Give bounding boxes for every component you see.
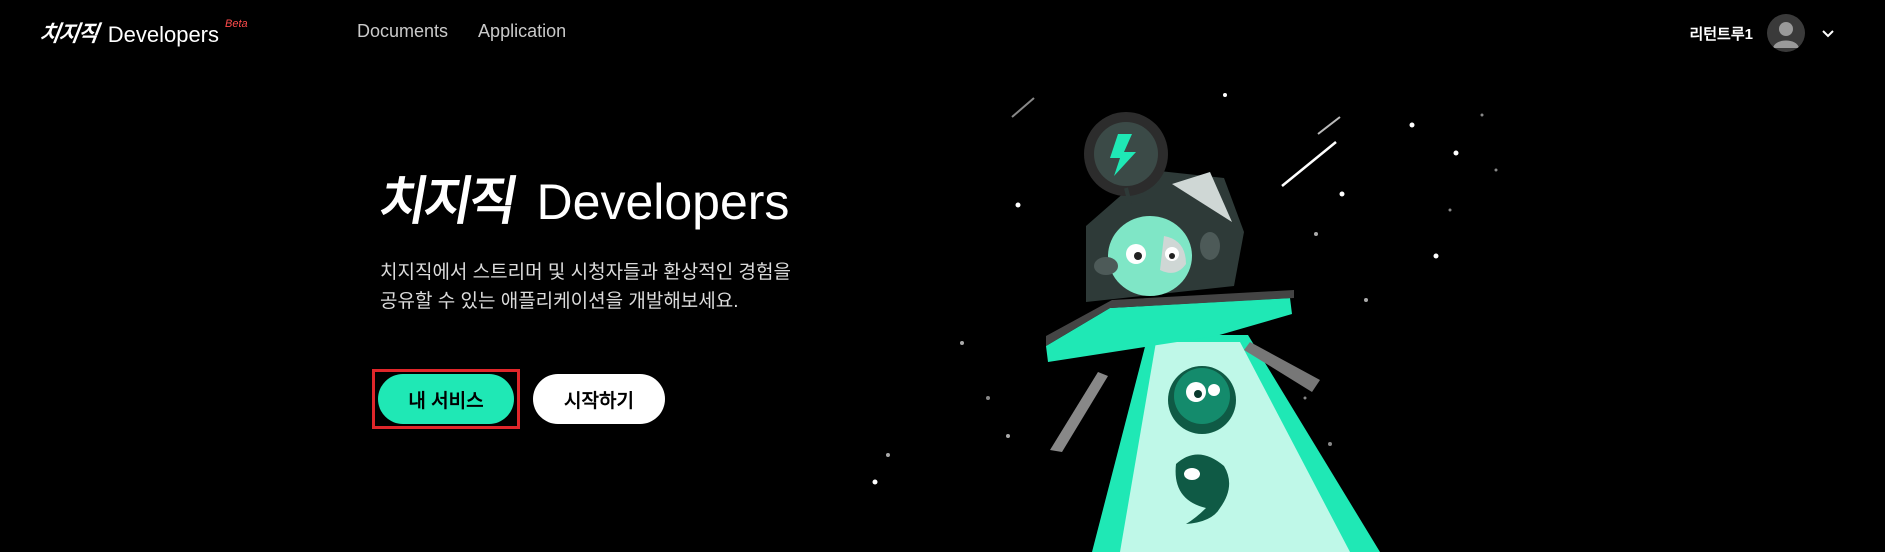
ufo-mascot-illustration — [872, 93, 1498, 552]
